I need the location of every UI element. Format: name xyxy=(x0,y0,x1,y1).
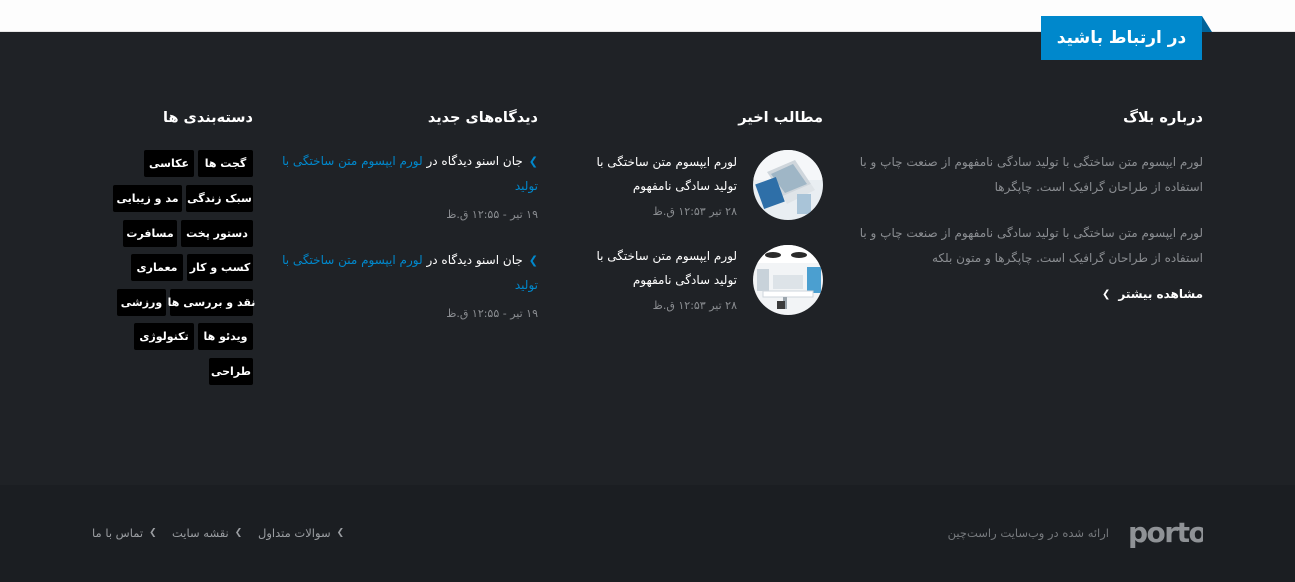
chevron-left-icon: ❯ xyxy=(528,155,538,168)
comment-date-2: ۱۹ تیر - ۱۲:۵۵ ق.ظ xyxy=(446,307,538,320)
recent-post-date-1: ۲۸ تیر ۱۲:۵۳ ق.ظ xyxy=(652,205,737,218)
chevron-left-icon: ❯ xyxy=(149,528,157,538)
tag-sports[interactable]: ورزشی xyxy=(117,289,166,316)
tag-reviews[interactable]: نقد و بررسی ها xyxy=(168,289,255,316)
about-paragraph-2: لورم ایپسوم متن ساختگی با تولید سادگی نا… xyxy=(859,226,1203,265)
tag-lifestyle[interactable]: سبک زندگی xyxy=(186,185,253,212)
tag-videos[interactable]: ویدئو ها xyxy=(198,323,253,350)
porto-logo-mark: porto xyxy=(1128,516,1209,549)
tag-travel[interactable]: مسافرت xyxy=(123,220,177,247)
contact-tab-label: در ارتباط باشید xyxy=(1056,28,1187,48)
footer-nav-contact-label: تماس با ما xyxy=(92,526,144,540)
chevron-left-icon: ❯ xyxy=(528,254,538,267)
porto-logo[interactable]: porto porto xyxy=(1128,516,1209,550)
tag-photography[interactable]: عکاسی xyxy=(144,150,194,177)
about-title: درباره بلاگ xyxy=(1123,110,1203,126)
read-more-link[interactable]: مشاهده بیشتر ❯ xyxy=(1090,287,1203,301)
comments-title: دیدگاه‌های جدید xyxy=(427,110,538,126)
tag-business[interactable]: کسب و کار xyxy=(187,254,253,281)
recent-posts-title: مطالب اخیر xyxy=(738,110,823,126)
post-thumbnail-1[interactable] xyxy=(753,150,823,220)
comment-item-1: ❯جان اسنو دیدگاه در لورم ایپسوم متن ساخت… xyxy=(280,149,538,199)
tag-gadgets[interactable]: گجت ها xyxy=(198,150,253,177)
chevron-left-icon: ❯ xyxy=(1101,288,1111,300)
recent-post-date-2: ۲۸ تیر ۱۲:۵۳ ق.ظ xyxy=(652,299,737,312)
tag-architecture[interactable]: معماری xyxy=(131,254,183,281)
post-thumbnail-2[interactable] xyxy=(753,245,823,315)
comment-author-text: جان اسنو دیدگاه در xyxy=(426,154,523,168)
chevron-left-icon: ❯ xyxy=(336,528,345,538)
recent-post-title-2[interactable]: لورم ایپسوم متن ساختگی با تولید سادگی نا… xyxy=(580,244,737,292)
footer-nav-faq-label: سوالات متداول xyxy=(258,526,331,540)
comment-author-text: جان اسنو دیدگاه در xyxy=(426,253,523,267)
footer-credit: ارائه شده در وب‌سایت راست‌چین xyxy=(947,526,1109,540)
about-paragraph-1: لورم ایپسوم متن ساختگی با تولید سادگی نا… xyxy=(859,155,1203,194)
chevron-left-icon: ❯ xyxy=(234,528,243,538)
tag-fashion-beauty[interactable]: مد و زیبایی xyxy=(113,185,182,212)
comment-date-1: ۱۹ تیر - ۱۲:۵۵ ق.ظ xyxy=(446,208,538,221)
recent-post-title-1[interactable]: لورم ایپسوم متن ساختگی با تولید سادگی نا… xyxy=(580,150,737,198)
svg-text:porto: porto xyxy=(1128,516,1203,549)
comment-item-2: ❯جان اسنو دیدگاه در لورم ایپسوم متن ساخت… xyxy=(280,248,538,298)
contact-tab[interactable]: در ارتباط باشید xyxy=(1041,16,1212,60)
laptop-photo xyxy=(753,150,823,220)
tag-recipes[interactable]: دستور پخت xyxy=(181,220,253,247)
categories-title: دسته‌بندی ها xyxy=(163,110,253,126)
footer-nav-contact[interactable]: ❯ تماس با ما xyxy=(92,526,157,540)
footer-nav-sitemap-label: نقشه سایت xyxy=(172,526,229,540)
read-more-label: مشاهده بیشتر xyxy=(1118,287,1203,301)
footer-nav-sitemap[interactable]: ❯ نقشه سایت xyxy=(172,526,242,540)
office-photo xyxy=(753,245,823,315)
footer-nav-faq[interactable]: ❯ سوالات متداول xyxy=(258,526,344,540)
tag-design[interactable]: طراحی xyxy=(209,358,253,385)
tag-technology[interactable]: تکنولوژی xyxy=(134,323,194,350)
